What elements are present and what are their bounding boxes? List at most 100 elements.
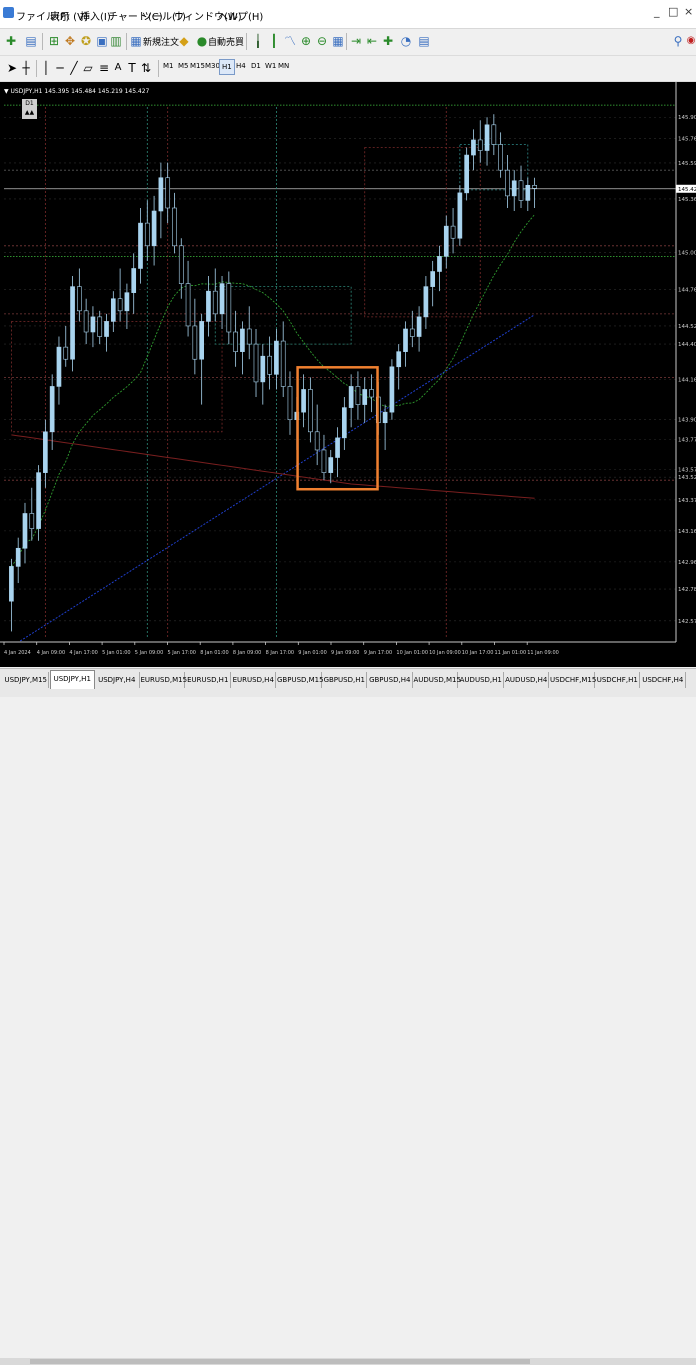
metaeditor-icon[interactable]: ◆ xyxy=(176,33,192,49)
candle-body xyxy=(491,124,497,145)
new-order-button[interactable]: 新規注文 xyxy=(143,35,179,48)
timeframe-m30[interactable]: M30 xyxy=(205,62,220,70)
symbol-tab[interactable]: EURUSD,H4 xyxy=(232,672,276,688)
chart-window[interactable]: ▼ USDJPY,H1 145.395 145.484 145.219 145.… xyxy=(0,82,696,667)
toolbar-separator xyxy=(246,33,247,50)
templates-icon[interactable]: ▤ xyxy=(416,33,432,49)
channel-icon[interactable]: ▱ xyxy=(80,60,96,76)
candle-body xyxy=(138,222,143,269)
candle-body xyxy=(457,192,463,239)
zoom-out-icon[interactable]: ⊖ xyxy=(314,33,330,49)
symbol-tab[interactable]: AUDUSD,M15 xyxy=(414,672,461,688)
close-button[interactable]: × xyxy=(684,5,693,18)
app-icon[interactable] xyxy=(3,7,14,18)
candle-body xyxy=(206,290,211,322)
current-price-label: 145.427 xyxy=(678,187,696,193)
data-window-icon[interactable]: ✥ xyxy=(62,33,78,49)
symbol-tab[interactable]: GBPUSD,H4 xyxy=(368,672,413,688)
candle-body xyxy=(104,321,109,337)
session-box xyxy=(364,147,481,318)
timeframe-m5[interactable]: M5 xyxy=(178,62,189,70)
timeframe-h4[interactable]: H4 xyxy=(236,62,246,70)
timeframe-mn[interactable]: MN xyxy=(278,62,289,70)
price-tick-label: 144.400 xyxy=(678,342,696,348)
candle-body xyxy=(226,283,232,333)
time-tick-label: 8 Jan 17:00 xyxy=(266,650,294,656)
price-tick-label: 145.005 xyxy=(678,251,696,257)
new-chart-icon[interactable]: ✚ xyxy=(3,33,19,49)
candle-body xyxy=(22,513,28,549)
market-watch-icon[interactable]: ⊞ xyxy=(46,33,62,49)
candle-body xyxy=(267,355,272,375)
candle-body xyxy=(335,437,340,458)
candle-body xyxy=(233,331,238,352)
timeframe-d1[interactable]: D1 xyxy=(251,62,261,70)
price-tick-label: 145.760 xyxy=(678,136,696,142)
price-tick-label: 145.360 xyxy=(678,197,696,203)
timeframe-h1[interactable]: H1 xyxy=(219,59,235,75)
autoscroll-icon[interactable]: ⇥ xyxy=(348,33,364,49)
price-tick-label: 143.520 xyxy=(678,475,696,481)
profiles-icon[interactable]: ▤ xyxy=(23,33,39,49)
minimize-button[interactable]: _ xyxy=(654,5,660,18)
arrows-icon[interactable]: ⇅ xyxy=(138,60,154,76)
candle-body xyxy=(525,185,531,201)
restore-button[interactable]: □ xyxy=(668,5,678,18)
symbol-tab[interactable]: EURUSD,H1 xyxy=(186,672,231,688)
symbol-tab[interactable]: USDCHF,H1 xyxy=(596,672,640,688)
candle-body xyxy=(83,310,89,333)
candle-body xyxy=(117,298,123,312)
auto-trading-button[interactable]: 自動売買 xyxy=(208,35,244,48)
scrollbar-thumb[interactable] xyxy=(30,1359,530,1364)
new-order-icon[interactable]: ▦ xyxy=(128,33,144,49)
candle-body xyxy=(260,355,266,383)
price-tick-label: 142.960 xyxy=(678,560,696,566)
line-chart-icon[interactable]: 〽 xyxy=(282,33,298,49)
candle-body xyxy=(199,321,204,360)
symbol-tab[interactable]: GBPUSD,M15 xyxy=(277,672,324,688)
candle-body xyxy=(308,389,313,433)
symbol-tab[interactable]: USDCHF,H4 xyxy=(641,672,686,688)
candle-body xyxy=(36,472,41,529)
price-tick-label: 143.165 xyxy=(678,529,696,535)
timeframe-w1[interactable]: W1 xyxy=(265,62,276,70)
timeframe-m1[interactable]: M1 xyxy=(163,62,174,70)
horizontal-scrollbar[interactable] xyxy=(0,1358,696,1365)
session-box xyxy=(10,321,223,433)
candle-body xyxy=(192,325,198,360)
expand-icon[interactable]: ◉ xyxy=(686,33,696,49)
symbol-tab[interactable]: EURUSD,M15 xyxy=(141,672,187,688)
search-icon[interactable]: ⚲ xyxy=(670,33,686,49)
candle-body xyxy=(443,225,449,257)
tile-windows-icon[interactable]: ▦ xyxy=(330,33,346,49)
zoom-in-icon[interactable]: ⊕ xyxy=(298,33,314,49)
time-tick-label: 8 Jan 09:00 xyxy=(233,650,261,656)
chart-shift-icon[interactable]: ⇤ xyxy=(364,33,380,49)
time-tick-label: 4 Jan 17:00 xyxy=(69,650,97,656)
period-icon[interactable]: ◔ xyxy=(398,33,414,49)
indicators-icon[interactable]: ✚ xyxy=(380,33,396,49)
tester-icon[interactable]: ▥ xyxy=(108,33,124,49)
candle-body xyxy=(389,366,395,413)
timeframe-m15[interactable]: M15 xyxy=(190,62,205,70)
crosshair-icon[interactable]: ┼ xyxy=(18,60,34,76)
symbol-tab[interactable]: AUDUSD,H4 xyxy=(505,672,549,688)
menu-help[interactable]: ヘルプ(H) xyxy=(218,8,263,23)
symbol-tab[interactable]: USDJPY,M15 xyxy=(4,672,49,688)
symbol-tab[interactable]: USDJPY,H4 xyxy=(95,672,140,688)
candle-body xyxy=(253,343,259,383)
time-tick-label: 4 Jan 09:00 xyxy=(37,650,65,656)
candle-body xyxy=(437,256,442,272)
symbol-tab[interactable]: USDCHF,M15 xyxy=(550,672,596,688)
candle-chart-icon[interactable]: ┃ xyxy=(266,33,282,49)
price-tick-label: 143.370 xyxy=(678,498,696,504)
symbol-tab[interactable]: AUDUSD,H1 xyxy=(459,672,504,688)
symbol-tab[interactable]: USDJPY,H1 xyxy=(49,670,95,689)
period-badge[interactable]: D1 ▲▲ xyxy=(22,99,37,119)
navigator-icon[interactable]: ✪ xyxy=(78,33,94,49)
bar-chart-icon[interactable]: ╽ xyxy=(250,33,266,49)
price-chart[interactable]: 145.900 145.760 145.598 145.427 145.360 145.0… xyxy=(0,82,696,667)
candle-body xyxy=(97,316,103,337)
menu-insert[interactable]: 挿入(I) xyxy=(80,8,111,23)
symbol-tab[interactable]: GBPUSD,H1 xyxy=(323,672,367,688)
